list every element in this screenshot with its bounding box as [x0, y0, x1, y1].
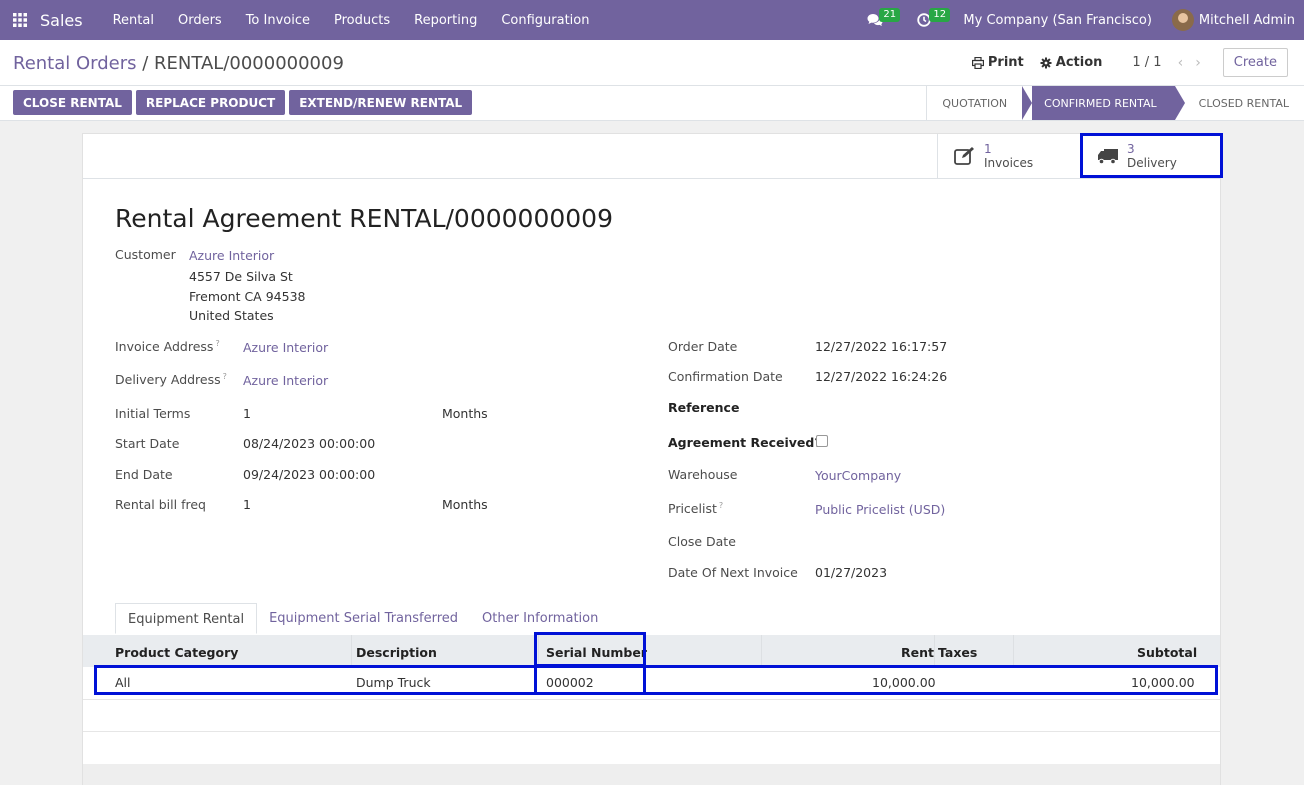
breadcrumb: Rental Orders / RENTAL/0000000009 [13, 53, 344, 74]
menu-reporting[interactable]: Reporting [402, 13, 489, 28]
print-label: Print [987, 55, 1024, 70]
end-date-label: End Date [115, 467, 173, 482]
top-navbar: Sales Rental Orders To Invoice Products … [0, 0, 1304, 40]
row-left-highlight-box [94, 665, 537, 695]
activities-button[interactable]: 12 [913, 0, 951, 40]
pricelist-link[interactable]: Public Pricelist (USD) [815, 502, 945, 517]
menu-products[interactable]: Products [322, 13, 402, 28]
company-switcher[interactable]: My Company (San Francisco) [963, 13, 1151, 28]
initial-terms-field[interactable]: 1 [243, 406, 251, 421]
serial-header-highlight-box [534, 632, 646, 667]
order-date-field[interactable]: 12/27/2022 16:17:57 [815, 339, 947, 354]
extend-renew-rental-button[interactable]: EXTEND/RENEW RENTAL [289, 90, 473, 115]
messages-count-badge: 21 [879, 8, 901, 22]
user-avatar[interactable] [1171, 9, 1194, 31]
order-date-label: Order Date [668, 339, 738, 354]
print-icon [971, 56, 984, 69]
next-invoice-date-label: Date Of Next Invoice [668, 565, 798, 580]
agreement-received-checkbox[interactable] [816, 435, 828, 447]
confirmation-date-field[interactable]: 12/27/2022 16:24:26 [815, 369, 947, 384]
activities-count-badge: 12 [929, 8, 951, 22]
warehouse-label: Warehouse [668, 467, 738, 482]
replace-product-button[interactable]: REPLACE PRODUCT [135, 90, 286, 115]
breadcrumb-rental-orders[interactable]: Rental Orders [13, 53, 137, 74]
edit-icon [954, 147, 974, 165]
help-icon[interactable]: ? [223, 372, 227, 381]
bill-freq-field[interactable]: 1 [243, 497, 251, 512]
menu-configuration[interactable]: Configuration [489, 13, 601, 28]
tab-equipment-rental[interactable]: Equipment Rental [115, 603, 258, 634]
column-product-category[interactable]: Product Category [115, 645, 238, 660]
page-title: Rental Agreement RENTAL/0000000009 [115, 204, 613, 233]
initial-terms-label: Initial Terms [115, 406, 191, 421]
pricelist-label: Pricelist? [668, 501, 724, 517]
column-subtotal[interactable]: Subtotal [1137, 645, 1197, 660]
tab-equipment-serial-transferred[interactable]: Equipment Serial Transferred [257, 603, 470, 634]
menu-to-invoice[interactable]: To Invoice [234, 13, 322, 28]
column-taxes[interactable]: Taxes [938, 645, 977, 660]
apps-menu-icon[interactable] [0, 0, 40, 40]
agreement-received-label: Agreement Received? [668, 435, 822, 450]
customer-link[interactable]: Azure Interior [189, 248, 274, 263]
bill-freq-label: Rental bill freq [115, 497, 206, 512]
pager-value[interactable]: 1 / 1 [1132, 55, 1161, 70]
initial-terms-unit[interactable]: Months [442, 406, 488, 421]
invoices-label: Invoices [984, 156, 1034, 170]
start-date-field[interactable]: 08/24/2023 00:00:00 [243, 436, 375, 451]
messages-button[interactable]: 21 [863, 0, 901, 40]
chatter-area [83, 764, 1220, 785]
status-quotation[interactable]: QUOTATION [926, 86, 1022, 120]
column-description[interactable]: Description [356, 645, 437, 660]
warehouse-link[interactable]: YourCompany [815, 468, 901, 483]
confirmation-date-label: Confirmation Date [668, 369, 783, 384]
customer-address-line3: United States [189, 308, 274, 323]
breadcrumb-current: RENTAL/0000000009 [154, 53, 344, 74]
smart-buttons-bar: 1 Invoices 3 Delivery [83, 134, 1220, 179]
menu-orders[interactable]: Orders [166, 13, 234, 28]
pager-next-icon[interactable]: › [1195, 55, 1201, 71]
delivery-highlight-box [1080, 133, 1223, 178]
delivery-address-label: Delivery Address? [115, 372, 227, 388]
action-button[interactable]: Action [1040, 55, 1103, 70]
breadcrumb-separator: / [136, 53, 155, 74]
invoices-smart-button[interactable]: 1 Invoices [937, 134, 1080, 178]
control-panel: Rental Orders / RENTAL/0000000009 Print … [0, 40, 1304, 121]
bill-freq-unit[interactable]: Months [442, 497, 488, 512]
start-date-label: Start Date [115, 436, 180, 451]
user-menu[interactable]: Mitchell Admin [1199, 13, 1295, 28]
action-label: Action [1055, 55, 1103, 70]
delivery-address-link[interactable]: Azure Interior [243, 373, 328, 388]
pager-previous-icon[interactable]: ‹ [1178, 55, 1184, 71]
next-invoice-date-field[interactable]: 01/27/2023 [815, 565, 887, 580]
create-button[interactable]: Create [1222, 48, 1288, 77]
invoices-count: 1 [984, 142, 992, 156]
reference-label: Reference [668, 400, 740, 415]
table-header: Product Category Description Serial Numb… [83, 635, 1220, 667]
help-icon[interactable]: ? [215, 339, 219, 348]
serial-cell-highlight-box [534, 665, 646, 695]
end-date-field[interactable]: 09/24/2023 00:00:00 [243, 467, 375, 482]
gear-icon [1040, 57, 1052, 68]
notebook-tabs: Equipment Rental Equipment Serial Transf… [115, 603, 610, 634]
status-bar: QUOTATION CONFIRMED RENTAL CLOSED RENTAL [926, 86, 1304, 120]
column-rent[interactable]: Rent [901, 645, 934, 660]
tab-other-information[interactable]: Other Information [470, 603, 610, 634]
print-button[interactable]: Print [971, 55, 1024, 70]
close-rental-button[interactable]: CLOSE RENTAL [13, 90, 132, 115]
form-sheet: 1 Invoices 3 Delivery Rental Agreement R… [82, 133, 1223, 785]
row-right-highlight-box [643, 665, 1218, 695]
invoice-address-link[interactable]: Azure Interior [243, 340, 328, 355]
customer-label: Customer [115, 247, 176, 262]
status-confirmed-rental[interactable]: CONFIRMED RENTAL [1022, 86, 1185, 120]
invoice-address-label: Invoice Address? [115, 339, 220, 355]
status-closed-rental[interactable]: CLOSED RENTAL [1175, 86, 1304, 120]
menu-rental[interactable]: Rental [101, 13, 166, 28]
customer-address-line1: 4557 De Silva St [189, 269, 293, 284]
close-date-label: Close Date [668, 534, 736, 549]
app-name[interactable]: Sales [40, 11, 83, 30]
customer-address-line2: Fremont CA 94538 [189, 289, 306, 304]
help-icon[interactable]: ? [719, 501, 723, 510]
